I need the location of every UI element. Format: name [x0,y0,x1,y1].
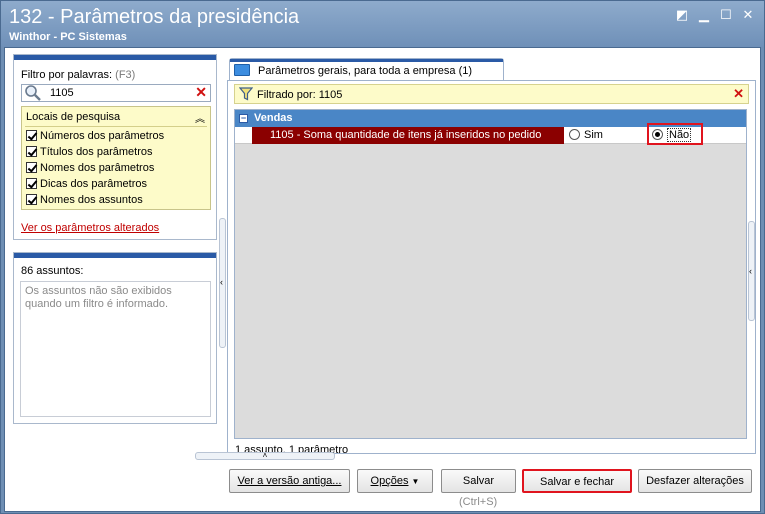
close-icon[interactable]: ✕ [739,7,757,23]
parameter-label: 1105 - Soma quantidade de itens já inser… [270,129,542,141]
radio-icon[interactable] [569,129,580,140]
checkbox-icon[interactable] [26,178,37,189]
checkbox-icon[interactable] [26,146,37,157]
assuntos-message: Os assuntos não são exibidos quando um f… [25,285,172,310]
button-label: Desfazer alterações [646,475,744,487]
tab-parametros-gerais[interactable]: Parâmetros gerais, para toda a empresa (… [229,58,504,80]
magnifier-icon [25,85,41,101]
ver-parametros-alterados-link[interactable]: Ver os parâmetros alterados [21,222,159,234]
checkbox-label: Nomes dos parâmetros [40,162,155,174]
panel-accent-bar [14,55,216,60]
checkbox-nomes-parametros[interactable]: Nomes dos parâmetros [26,162,154,178]
checkbox-dicas[interactable]: Dicas dos parâmetros [26,178,147,194]
locais-title: Locais de pesquisa [26,111,121,123]
clear-search-icon[interactable]: ✕ [195,84,207,101]
divider [25,126,207,127]
collapse-chevron-icon[interactable]: ︽ [195,110,205,125]
chevron-up-icon[interactable]: ˄ [263,451,268,460]
clear-filter-icon[interactable]: ✕ [733,86,744,102]
ver-versao-antiga-button[interactable]: Ver a versão antiga... [229,469,350,493]
tab-count: (1) [458,65,473,77]
funnel-icon [239,87,253,101]
tab-label-text: Parâmetros gerais, para toda a empresa [258,65,456,77]
app-window: 132 - Parâmetros da presidência Winthor … [0,0,765,514]
locais-de-pesquisa-panel: Locais de pesquisa ︽ Números dos parâmet… [21,106,211,210]
radio-sim[interactable]: Sim [569,129,603,141]
restore-icon[interactable]: ◩ [673,7,691,23]
bottom-splitter[interactable]: ˄ [195,452,335,460]
window-subtitle: Winthor - PC Sistemas [9,31,127,43]
filter-label-text: Filtro por palavras: [21,69,113,81]
checkbox-label: Dicas dos parâmetros [40,178,147,190]
checkbox-icon[interactable] [26,162,37,173]
minimize-icon[interactable]: ▁ [695,7,713,23]
desfazer-alteracoes-button[interactable]: Desfazer alterações [638,469,752,493]
checkbox-numeros[interactable]: Números dos parâmetros [26,130,164,146]
button-label: Salvar [462,475,495,487]
assuntos-panel: 86 assuntos: Os assuntos não são exibido… [13,252,217,424]
checkbox-icon[interactable] [26,194,37,205]
button-label: Opções [370,475,409,487]
parameter-name-cell[interactable]: 1105 - Soma quantidade de itens já inser… [252,127,564,144]
assuntos-list[interactable]: Os assuntos não são exibidos quando um f… [20,281,211,417]
checkbox-icon[interactable] [26,130,37,141]
chevron-left-icon[interactable]: ‹ [220,277,225,287]
parameters-panel: Filtrado por: 1105 ✕ − Vendas 1105 - Som… [227,80,756,456]
panel-accent-bar [14,253,216,258]
filter-shortcut: (F3) [115,69,136,81]
assuntos-count: 86 assuntos: [21,265,84,277]
salvar-button[interactable]: Salvar [441,469,516,493]
search-value: 1105 [50,87,74,99]
collapse-minus-icon[interactable]: − [239,114,248,123]
client-area: Filtro por palavras: (F3) 1105 ✕ Locais … [4,47,761,512]
checkbox-label: Nomes dos assuntos [40,194,143,206]
radio-sim-label: Sim [584,129,603,141]
search-panel: Filtro por palavras: (F3) 1105 ✕ Locais … [13,54,217,240]
left-splitter[interactable]: ‹ [219,218,226,348]
checkbox-titulos[interactable]: Títulos dos parâmetros [26,146,153,162]
button-label: Salvar e fechar [540,476,614,488]
button-label: Ver a versão antiga... [237,475,342,487]
salvar-shortcut-hint: (Ctrl+S) [459,496,498,508]
dropdown-arrow-icon: ▼ [411,477,420,486]
maximize-icon[interactable]: ☐ [717,7,735,23]
checkbox-label: Títulos dos parâmetros [40,146,153,158]
right-splitter[interactable]: ‹ [748,221,755,321]
folder-icon [234,64,250,76]
highlight-box [647,123,703,145]
parameters-grid: − Vendas 1105 - Soma quantidade de itens… [234,109,747,439]
checkbox-nomes-assuntos[interactable]: Nomes dos assuntos [26,194,143,210]
filter-label: Filtro por palavras: (F3) [21,69,135,81]
title-bar: 132 - Parâmetros da presidência Winthor … [1,1,764,47]
checkbox-label: Números dos parâmetros [40,130,165,142]
window-title: 132 - Parâmetros da presidência [9,6,300,28]
search-input[interactable]: 1105 ✕ [21,84,211,102]
salvar-e-fechar-button[interactable]: Salvar e fechar [522,469,632,493]
filter-status-text: Filtrado por: 1105 [257,89,343,101]
tab-accent-bar [230,59,503,62]
table-row[interactable]: 1105 - Soma quantidade de itens já inser… [235,123,746,145]
filter-status-bar: Filtrado por: 1105 ✕ [234,84,749,104]
chevron-left-icon[interactable]: ‹ [749,266,754,276]
tab-label: Parâmetros gerais, para toda a empresa (… [258,65,472,77]
group-label: Vendas [254,112,293,124]
opcoes-button[interactable]: Opções ▼ [357,469,433,493]
